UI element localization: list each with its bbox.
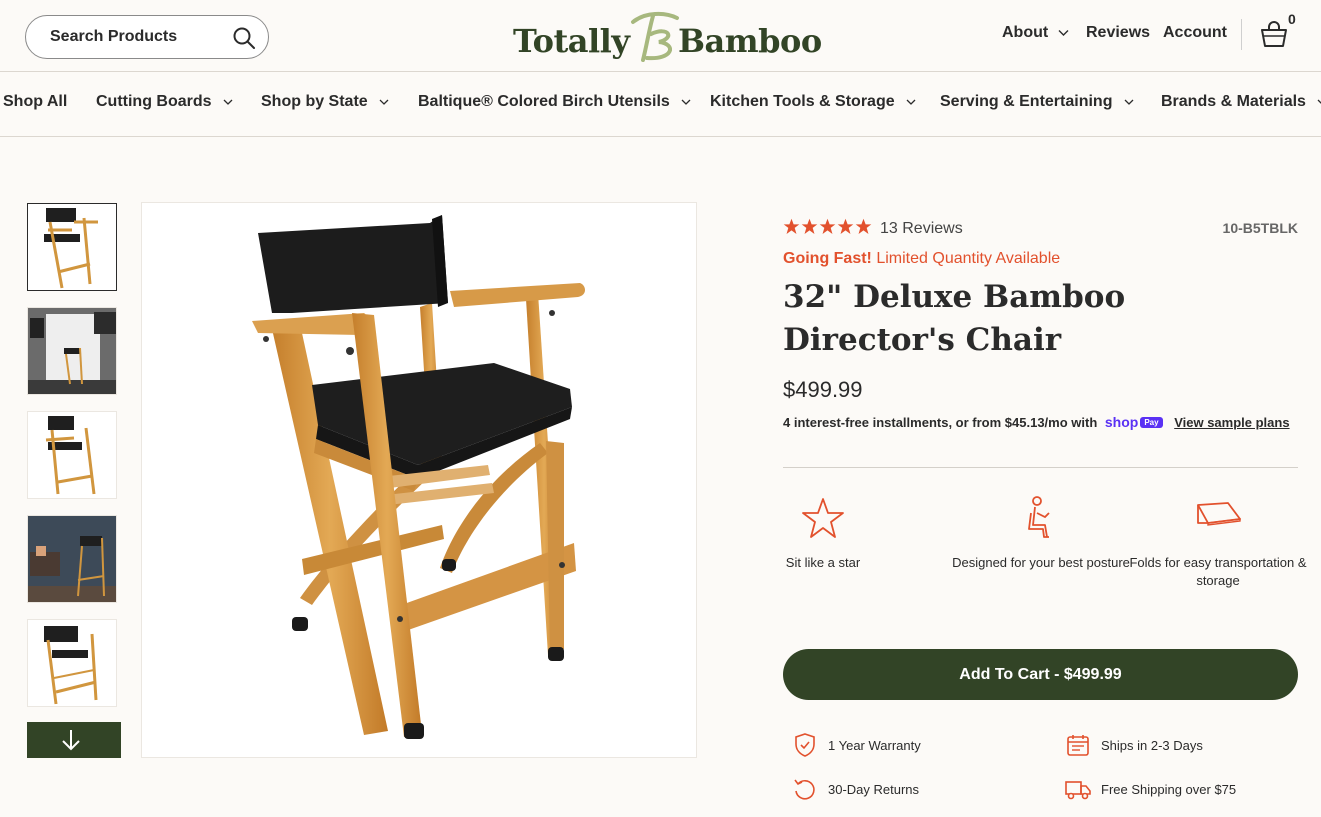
chevron-down-icon: [1317, 99, 1321, 104]
nav-account[interactable]: Account: [1163, 24, 1227, 42]
thumbnail-chair-front[interactable]: [27, 203, 117, 291]
feature-folds: Folds for easy transportation & storage: [1128, 495, 1308, 590]
urgency-bold: Going Fast!: [783, 250, 872, 267]
studio-thumbnail-image: [28, 308, 116, 394]
living-room-thumbnail-image: [28, 516, 116, 602]
thumbnail-scroll-down-button[interactable]: [27, 722, 121, 758]
chevron-down-icon: [1058, 30, 1069, 36]
product-title: 32" Deluxe Bamboo Director's Chair: [783, 279, 1126, 358]
perk-label: Ships in 2-3 Days: [1101, 737, 1203, 753]
cart-count-badge: 0: [1288, 11, 1296, 27]
chevron-down-icon: [379, 99, 389, 105]
calendar-icon: [1067, 735, 1089, 756]
search-input[interactable]: Search Products: [25, 15, 269, 59]
cat-shop-all[interactable]: Shop All: [3, 93, 67, 111]
cat-kitchen-tools[interactable]: Kitchen Tools & Storage: [710, 93, 916, 111]
cat-cutting-boards[interactable]: Cutting Boards: [96, 93, 233, 111]
category-divider-line: [0, 136, 1321, 137]
feature-posture: Designed for your best posture: [951, 495, 1131, 572]
main-product-image[interactable]: [141, 202, 697, 758]
perk-ships: Ships in 2-3 Days: [1065, 732, 1203, 758]
top-header: Search Products Totally Bamboo About Rev…: [0, 0, 1321, 72]
view-sample-plans-link[interactable]: View sample plans: [1174, 415, 1289, 430]
installments-text: 4 interest-free installments, or from $4…: [783, 415, 1098, 430]
product-price: $499.99: [783, 377, 863, 402]
cat-shop-by-state[interactable]: Shop by State: [261, 93, 389, 111]
rating-stars[interactable]: [783, 218, 872, 235]
header-divider: [1241, 19, 1242, 50]
chevron-down-icon: [223, 99, 233, 105]
shop-pay-logo: shop: [1104, 414, 1139, 430]
star-filled-icon: [783, 218, 800, 234]
logo[interactable]: Totally Bamboo: [513, 8, 822, 66]
perk-free-shipping: Free Shipping over $75: [1065, 776, 1236, 802]
shield-check-icon: [795, 733, 815, 757]
urgency-text: Limited Quantity Available: [876, 250, 1061, 267]
search-placeholder: Search Products: [50, 28, 178, 45]
reviews-link[interactable]: 13 Reviews: [880, 220, 963, 238]
cat-label: Shop All: [3, 93, 68, 110]
logo-mark-icon: [631, 11, 679, 62]
info-divider: [783, 467, 1298, 468]
posture-icon: [1028, 496, 1050, 538]
logo-word-left: Totally: [513, 22, 630, 60]
thumbnail-chair-back[interactable]: [27, 619, 117, 707]
star-filled-icon: [819, 218, 836, 234]
perk-returns: 30-Day Returns: [792, 776, 919, 802]
perk-warranty: 1 Year Warranty: [792, 732, 921, 758]
cat-label: Serving & Entertaining: [940, 93, 1113, 110]
cat-serving-entertaining[interactable]: Serving & Entertaining: [940, 93, 1134, 111]
thumbnail-studio-scene[interactable]: [27, 307, 117, 395]
add-to-cart-button[interactable]: Add To Cart - $499.99: [783, 649, 1298, 700]
perk-label: 1 Year Warranty: [828, 737, 921, 753]
installments-info: 4 interest-free installments, or from $4…: [783, 414, 1290, 430]
cat-label: Cutting Boards: [96, 93, 212, 110]
chair-thumbnail-image: [44, 208, 98, 289]
nav-about-label: About: [1002, 24, 1049, 41]
thumbnail-chair-angle[interactable]: [27, 411, 117, 499]
logo-word-right: Bamboo: [678, 22, 822, 60]
truck-icon: [1065, 781, 1091, 800]
directors-chair-image: [252, 215, 585, 739]
cat-label: Brands & Materials: [1161, 93, 1306, 110]
cat-label: Kitchen Tools & Storage: [710, 93, 895, 110]
category-nav: Shop All Cutting Boards Shop by State Ba…: [0, 72, 1321, 136]
cat-baltique-utensils[interactable]: Baltique® Colored Birch Utensils: [418, 93, 691, 111]
chevron-down-icon: [906, 99, 916, 105]
star-icon: [802, 498, 844, 538]
chair-back-thumbnail-image: [44, 626, 98, 705]
chevron-down-icon: [1124, 99, 1134, 105]
star-filled-icon: [837, 218, 854, 234]
return-icon: [794, 779, 815, 800]
chevron-down-icon: [681, 99, 691, 105]
cat-label: Shop by State: [261, 93, 368, 110]
fold-icon: [1197, 502, 1241, 526]
cat-brands-materials[interactable]: Brands & Materials: [1161, 93, 1321, 111]
shop-pay-badge: Pay: [1140, 417, 1163, 428]
star-filled-icon: [801, 218, 818, 234]
urgency-message: Going Fast! Limited Quantity Available: [783, 250, 1060, 268]
star-filled-icon: [855, 218, 872, 234]
nav-reviews[interactable]: Reviews: [1086, 24, 1150, 42]
perk-label: Free Shipping over $75: [1101, 781, 1237, 797]
search-icon[interactable]: [232, 26, 256, 50]
nav-about[interactable]: About: [1002, 24, 1069, 42]
cart-icon[interactable]: [1259, 20, 1289, 48]
arrow-down-icon: [62, 730, 80, 751]
feature-sit-like-star: Sit like a star: [733, 495, 913, 572]
thumbnail-living-room[interactable]: [27, 515, 117, 603]
cat-label: Baltique® Colored Birch Utensils: [418, 93, 670, 110]
perk-label: 30-Day Returns: [828, 781, 920, 797]
feature-label: Designed for your best posture: [952, 555, 1130, 570]
chair-angle-thumbnail-image: [45, 416, 96, 495]
product-sku: 10-B5TBLK: [1222, 220, 1298, 236]
feature-label: Folds for easy transportation & storage: [1129, 555, 1307, 588]
feature-label: Sit like a star: [785, 555, 861, 570]
